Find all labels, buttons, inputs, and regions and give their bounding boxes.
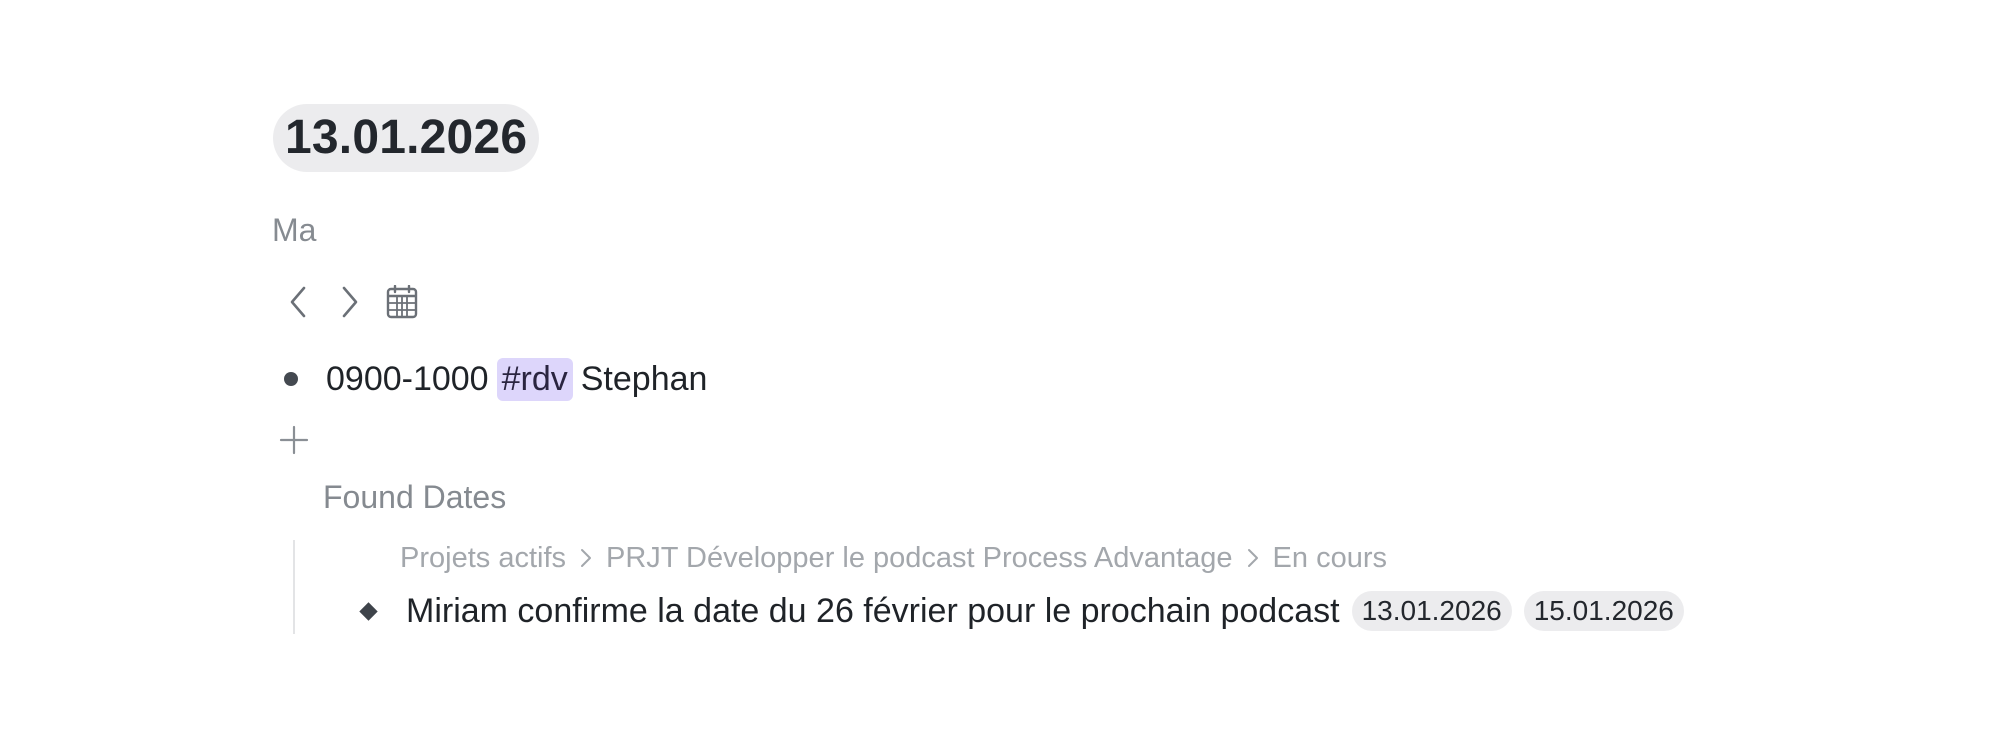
date-navigation	[278, 282, 434, 322]
found-date-text: Miriam confirme la date du 26 février po…	[406, 591, 1340, 630]
breadcrumb-item[interactable]: En cours	[1273, 542, 1387, 575]
entry-time: 0900-1000	[326, 359, 489, 398]
calendar-icon	[386, 285, 418, 319]
plus-icon	[279, 425, 309, 455]
reference-divider	[293, 540, 295, 634]
chevron-left-icon	[290, 286, 306, 318]
breadcrumb-item[interactable]: PRJT Développer le podcast Process Advan…	[606, 542, 1233, 575]
date-chip[interactable]: 15.01.2026	[1523, 591, 1684, 631]
tag-rdv[interactable]: #rdv	[496, 357, 573, 401]
chevron-right-icon	[1247, 548, 1259, 568]
breadcrumb: Projets actifs PRJT Développer le podcas…	[400, 538, 1387, 578]
weekday-label: Ma	[272, 212, 317, 248]
chevron-right-icon	[342, 286, 358, 318]
chevron-right-icon	[580, 548, 592, 568]
diamond-bullet-icon[interactable]	[359, 601, 378, 621]
daily-note-page: 13.01.2026 Ma 0900-1000 #rdv Stephan Fou…	[0, 0, 2000, 751]
found-dates-heading[interactable]: Found Dates	[323, 475, 506, 519]
found-date-item[interactable]: Miriam confirme la date du 26 février po…	[359, 586, 1684, 636]
breadcrumb-item[interactable]: Projets actifs	[400, 542, 566, 575]
date-chip[interactable]: 13.01.2026	[1351, 591, 1512, 631]
bullet-icon[interactable]	[284, 372, 298, 386]
add-item-button[interactable]	[274, 420, 314, 460]
calendar-button[interactable]	[382, 282, 422, 322]
entry-text: Stephan	[580, 359, 708, 398]
list-item[interactable]: 0900-1000 #rdv Stephan	[284, 355, 707, 403]
previous-day-button[interactable]	[278, 282, 318, 322]
page-title[interactable]: 13.01.2026	[273, 104, 540, 172]
next-day-button[interactable]	[330, 282, 370, 322]
